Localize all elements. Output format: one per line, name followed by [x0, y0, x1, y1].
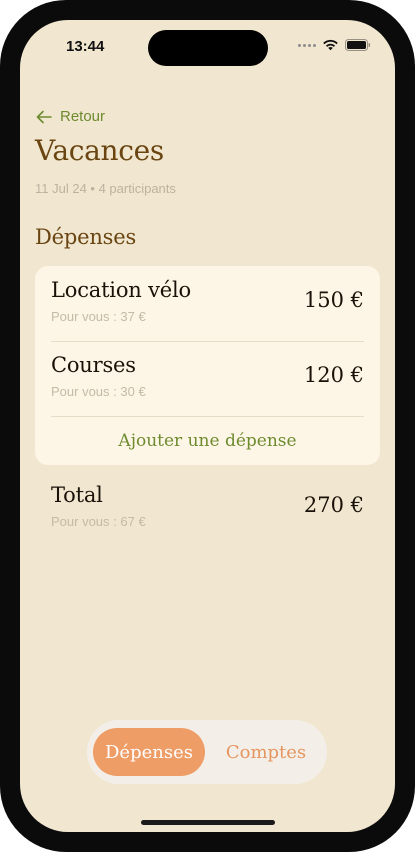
signal-dots-icon	[298, 43, 316, 47]
tab-depenses[interactable]: Dépenses	[93, 728, 205, 776]
dynamic-island	[148, 30, 268, 66]
wifi-icon	[323, 39, 338, 51]
status-bar: 13:44	[20, 20, 395, 74]
expense-row-location-velo[interactable]: Location vélo Pour vous : 37 € 150 €	[35, 266, 380, 340]
expense-name: Location vélo	[51, 278, 191, 302]
back-label: Retour	[60, 108, 106, 125]
phone-frame: 13:44 Retour Vacances 11 Jul 24 • 4 part…	[0, 0, 415, 852]
status-time: 13:44	[66, 38, 105, 55]
expense-amount: 150 €	[303, 288, 364, 312]
total-share: Pour vous : 67 €	[51, 514, 146, 529]
app-screen: 13:44 Retour Vacances 11 Jul 24 • 4 part…	[20, 20, 395, 832]
page-title: Vacances	[35, 134, 164, 167]
expenses-card: Location vélo Pour vous : 37 € 150 € Cou…	[35, 266, 380, 465]
tab-comptes[interactable]: Comptes	[211, 728, 321, 776]
expense-amount: 120 €	[303, 363, 364, 387]
trip-subtitle: 11 Jul 24 • 4 participants	[35, 181, 176, 196]
total-label: Total	[51, 483, 103, 507]
home-indicator[interactable]	[141, 820, 275, 825]
total-row: Total Pour vous : 67 € 270 €	[35, 471, 380, 531]
add-expense-button[interactable]: Ajouter une dépense	[35, 416, 380, 465]
expense-share: Pour vous : 30 €	[51, 384, 146, 399]
back-button[interactable]: Retour	[36, 108, 105, 125]
battery-icon	[345, 39, 371, 51]
status-icons	[298, 39, 371, 51]
expense-row-courses[interactable]: Courses Pour vous : 30 € 120 €	[35, 341, 380, 415]
expense-name: Courses	[51, 353, 136, 377]
expense-share: Pour vous : 37 €	[51, 309, 146, 324]
arrow-left-icon	[36, 110, 52, 123]
total-amount: 270 €	[303, 493, 364, 517]
expenses-section-title: Dépenses	[35, 225, 137, 249]
bottom-tab-bar: Dépenses Comptes	[87, 720, 327, 784]
